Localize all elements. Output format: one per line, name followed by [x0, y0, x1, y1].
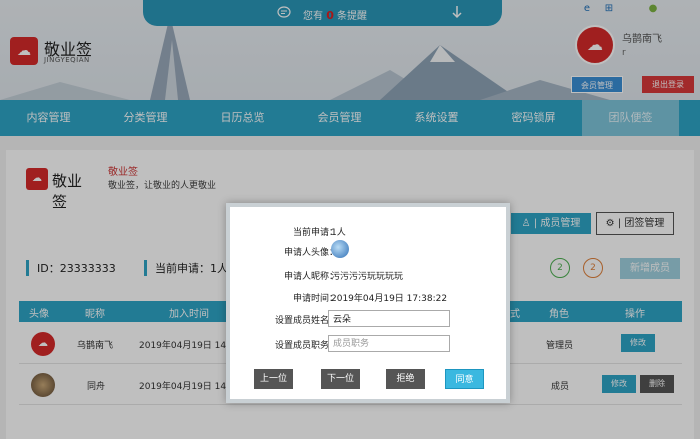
applicant-nickname: 污污污污玩玩玩玩 — [331, 272, 404, 282]
reject-button[interactable]: 拒绝 — [386, 369, 425, 389]
applicant-nickname-label: 申请人昵称： — [283, 272, 338, 282]
current-application-label: 当前申请： — [292, 228, 338, 238]
application-dialog: 当前申请： 1人 申请人头像： 申请人昵称： 污污污污玩玩玩玩 申请时间： 20… — [226, 203, 510, 403]
member-name-label: 设置成员姓名： — [274, 316, 338, 326]
member-role-input[interactable] — [328, 335, 450, 352]
current-application-value: 1人 — [331, 228, 346, 238]
member-name-input[interactable] — [328, 310, 450, 327]
prev-button[interactable]: 上一位 — [254, 369, 293, 389]
member-role-label: 设置成员职务： — [274, 341, 338, 351]
next-button[interactable]: 下一位 — [321, 369, 360, 389]
applicant-avatar — [331, 240, 349, 258]
apply-time-label: 申请时间： — [292, 294, 338, 304]
accept-button[interactable]: 同意 — [445, 369, 484, 389]
apply-time: 2019年04月19日 17:38:22 — [331, 294, 448, 304]
applicant-avatar-label: 申请人头像： — [283, 248, 338, 258]
